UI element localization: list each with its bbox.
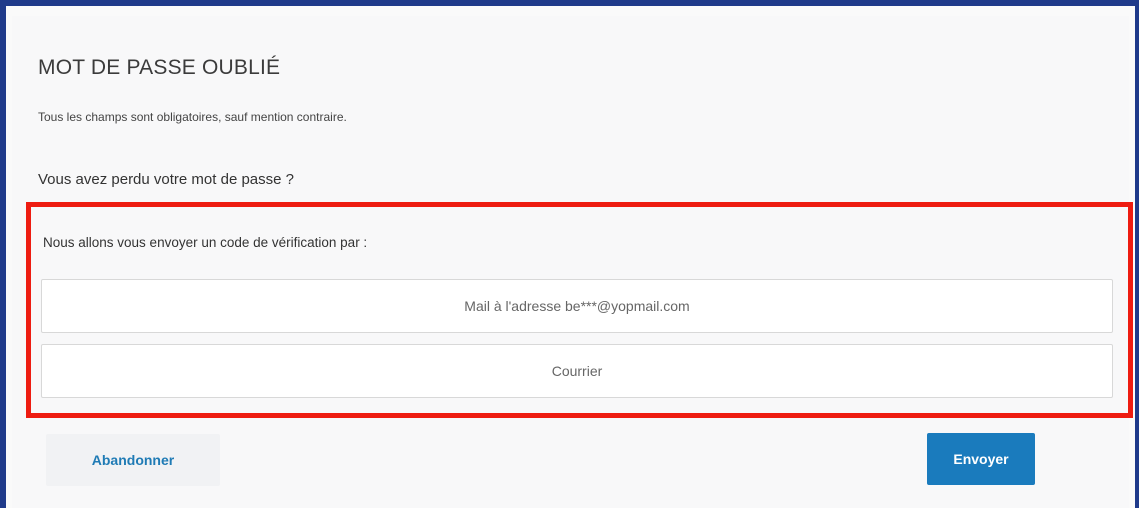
option-mail-label: Mail à l'adresse be***@yopmail.com: [464, 298, 690, 314]
send-button-label: Envoyer: [953, 451, 1009, 467]
verification-method-section: Nous allons vous envoyer un code de véri…: [26, 202, 1133, 418]
cancel-button[interactable]: Abandonner: [46, 434, 220, 486]
send-button[interactable]: Envoyer: [927, 433, 1035, 485]
lost-password-question: Vous avez perdu votre mot de passe ?: [38, 171, 294, 188]
required-fields-note: Tous les champs sont obligatoires, sauf …: [38, 110, 347, 124]
option-courrier[interactable]: Courrier: [41, 344, 1113, 398]
option-courrier-label: Courrier: [551, 363, 603, 379]
page-title: MOT DE PASSE OUBLIÉ: [38, 56, 281, 79]
option-mail[interactable]: Mail à l'adresse be***@yopmail.com: [41, 279, 1113, 333]
verification-instruction: Nous allons vous envoyer un code de véri…: [43, 235, 368, 250]
cancel-button-label: Abandonner: [91, 452, 175, 468]
